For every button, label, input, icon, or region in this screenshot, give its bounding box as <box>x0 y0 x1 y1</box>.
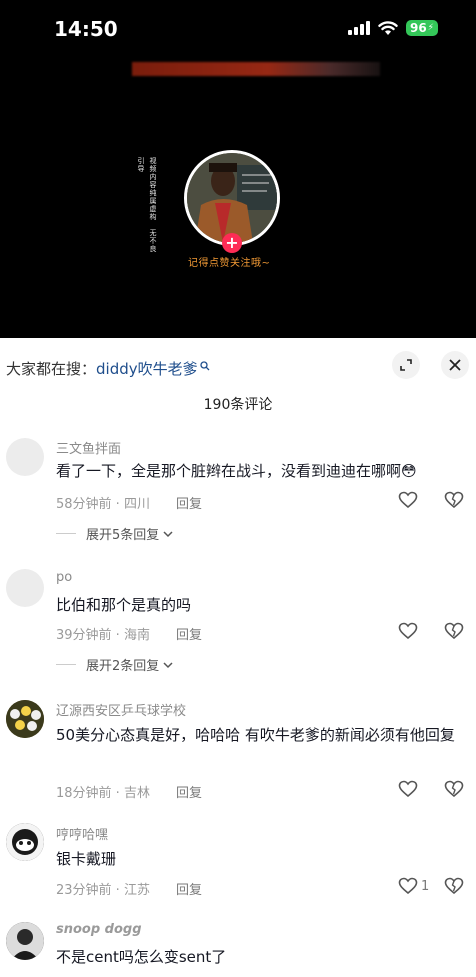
avatar-image <box>6 700 44 738</box>
comment-author[interactable]: po <box>56 570 72 585</box>
avatar[interactable] <box>6 700 44 738</box>
avatar[interactable] <box>6 438 44 476</box>
comment-text: 50美分心态真是好，哈哈哈 有吹牛老爹的新闻必须有他回复 <box>56 726 455 744</box>
divider <box>56 533 76 534</box>
charging-icon: ⚡ <box>427 23 434 33</box>
dislike-button[interactable] <box>444 780 464 802</box>
signal-icon <box>347 21 370 35</box>
avatar[interactable] <box>6 569 44 607</box>
creator-avatar[interactable] <box>184 150 280 246</box>
like-count: 1 <box>421 878 430 894</box>
close-button[interactable] <box>441 351 469 379</box>
expand-replies[interactable]: 展开2条回复 <box>56 655 174 674</box>
wifi-icon <box>378 20 398 35</box>
comment-text: 比伯和那个是真的吗 <box>56 596 192 614</box>
expand-replies-label: 展开5条回复 <box>86 528 160 543</box>
comment-time-location: 23分钟前 · 江苏 <box>56 883 150 898</box>
heart-icon <box>398 622 418 640</box>
search-icon <box>199 360 210 370</box>
close-icon <box>449 359 461 371</box>
chevron-down-icon <box>163 661 173 668</box>
comment-meta: 18分钟前 · 吉林 回复 <box>56 782 202 801</box>
like-button[interactable]: 1 <box>398 877 429 895</box>
follow-tip-text: 记得点赞关注哦~ <box>188 258 271 269</box>
broken-heart-icon <box>444 622 464 640</box>
reply-button[interactable]: 回复 <box>176 493 202 512</box>
expand-replies-label: 展开2条回复 <box>86 659 160 674</box>
like-button[interactable] <box>398 622 421 640</box>
creator-avatar-image <box>187 153 277 243</box>
expand-replies[interactable]: 展开5条回复 <box>56 524 174 543</box>
comment-meta: 23分钟前 · 江苏 回复 <box>56 879 202 898</box>
video-side-text: 视频内容纯属虚构 无不良引导 <box>137 157 157 253</box>
comment-text: 看了一下，全是那个脏辫在战斗，没看到迪迪在哪啊😳 <box>56 462 417 480</box>
comment-meta: 39分钟前 · 海南 回复 <box>56 624 202 643</box>
comment-author[interactable]: 三文鱼拌面 <box>56 438 121 457</box>
comment-time-location: 18分钟前 · 吉林 <box>56 786 150 801</box>
like-button[interactable] <box>398 491 421 509</box>
comment-meta: 58分钟前 · 四川 回复 <box>56 493 202 512</box>
search-term-link[interactable]: diddy吹牛老爹 <box>96 358 198 379</box>
heart-icon <box>398 491 418 509</box>
status-icons: 96 ⚡ <box>347 20 438 36</box>
divider <box>56 664 76 665</box>
comment-text: 不是cent吗怎么变sent了 <box>56 948 227 966</box>
avatar[interactable] <box>6 823 44 861</box>
broken-heart-icon <box>444 491 464 509</box>
avatar-image <box>6 922 44 960</box>
dislike-button[interactable] <box>444 622 464 644</box>
heart-icon <box>398 877 418 895</box>
chevron-down-icon <box>163 530 173 537</box>
avatar-image <box>6 823 44 861</box>
comment-time-location: 39分钟前 · 海南 <box>56 628 150 643</box>
search-suggestion[interactable]: 大家都在搜： diddy吹牛老爹 <box>6 358 210 379</box>
battery-level: 96 <box>409 21 427 35</box>
avatar[interactable] <box>6 922 44 960</box>
broken-heart-icon <box>444 877 464 895</box>
expand-icon <box>400 359 412 371</box>
follow-button[interactable]: + <box>222 233 242 253</box>
broken-heart-icon <box>444 780 464 798</box>
heart-icon <box>398 780 418 798</box>
expand-button[interactable] <box>392 351 420 379</box>
comment-time-location: 58分钟前 · 四川 <box>56 497 150 512</box>
comment-author[interactable]: 辽源西安区乒乓球学校 <box>56 700 186 719</box>
reply-button[interactable]: 回复 <box>176 782 202 801</box>
battery-icon: 96 ⚡ <box>405 20 438 36</box>
dislike-button[interactable] <box>444 491 464 513</box>
video-player[interactable]: 14:50 96 ⚡ 视频内容纯属虚构 无不良引导 + 记得点赞关注哦~ <box>0 0 476 338</box>
reply-button[interactable]: 回复 <box>176 624 202 643</box>
like-button[interactable] <box>398 780 421 798</box>
comment-count: 190条评论 <box>203 397 273 413</box>
video-title-bar <box>132 62 380 76</box>
status-time: 14:50 <box>54 17 118 41</box>
reply-button[interactable]: 回复 <box>176 879 202 898</box>
dislike-button[interactable] <box>444 877 464 899</box>
comment-author[interactable]: 哼哼哈嘿 <box>56 824 108 843</box>
comment-author[interactable]: snoop dogg <box>56 922 142 937</box>
search-prefix: 大家都在搜： <box>6 360 97 378</box>
comment-text: 银卡戴珊 <box>56 850 117 868</box>
